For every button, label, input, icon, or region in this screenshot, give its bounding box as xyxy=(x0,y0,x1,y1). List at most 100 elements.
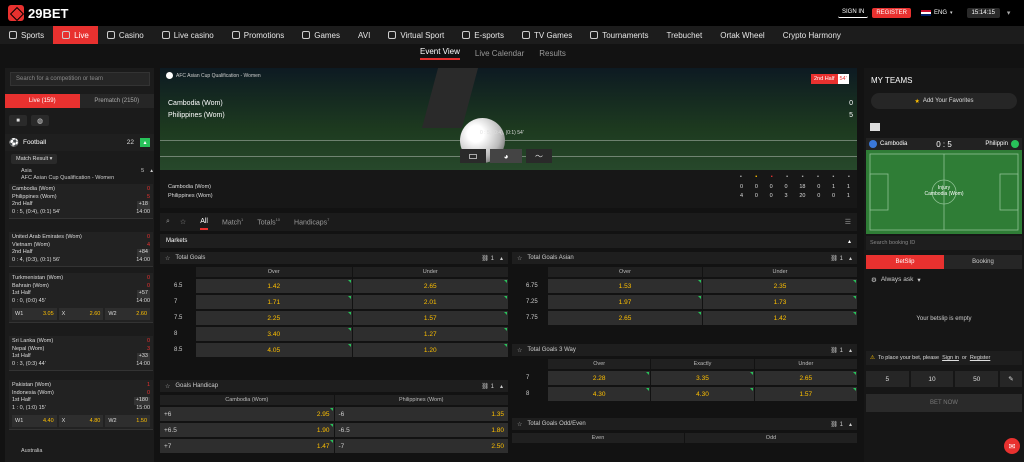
odd-button[interactable]: +6 2.95 xyxy=(160,407,334,421)
odd-button[interactable]: -7 2.50 xyxy=(334,439,508,453)
nav-crypto-harmony[interactable]: Crypto Harmony xyxy=(774,26,850,44)
league-header[interactable]: Asia 5 ▴ AFC Asian Cup Qualification - Wom… xyxy=(9,168,153,182)
odd-button[interactable]: 2.25 xyxy=(196,311,352,325)
tab-event-view[interactable]: Event View xyxy=(420,47,460,60)
chevron-down-icon[interactable]: ▾ xyxy=(1007,9,1011,17)
tab-all[interactable]: All xyxy=(200,215,208,230)
match-card[interactable]: Turkmenistan (Wom) 0 Bahrain (Wom) 0 1st H… xyxy=(9,273,153,323)
globe-filter-button[interactable]: ◍ xyxy=(31,115,49,126)
odd-button[interactable]: 2.01 xyxy=(352,295,508,309)
tv-icon[interactable] xyxy=(870,123,880,131)
odd-button[interactable]: 2.65 xyxy=(352,279,508,293)
more-markets-button[interactable]: +57 xyxy=(136,290,150,298)
competition-search-input[interactable]: Search for a competition or team xyxy=(10,72,150,86)
nav-trebuchet[interactable]: Trebuchet xyxy=(657,26,711,44)
collapse-icon[interactable]: ▴ xyxy=(500,383,503,390)
tab-results[interactable]: Results xyxy=(539,49,566,58)
nav-live[interactable]: Live xyxy=(53,26,98,44)
register-button[interactable]: REGISTER xyxy=(872,7,912,18)
more-markets-button[interactable]: +33 xyxy=(136,353,150,361)
odd-button[interactable]: 1.20 xyxy=(352,343,508,357)
star-icon[interactable]: ☆ xyxy=(180,218,186,226)
odd-button[interactable]: W1 4.40 xyxy=(12,415,57,427)
match-card[interactable]: United Arab Emirates (Wom) 0 Vietnam (Wom… xyxy=(9,232,153,267)
more-markets-button[interactable]: +18 xyxy=(136,201,150,209)
odd-button[interactable]: 1.53 xyxy=(548,279,702,293)
odd-button[interactable]: W1 3.05 xyxy=(12,308,57,320)
nav-games[interactable]: Games xyxy=(293,26,349,44)
tab-live-calendar[interactable]: Live Calendar xyxy=(475,49,524,58)
stake-10-button[interactable]: 10 xyxy=(910,371,954,387)
odd-button[interactable]: 3.40 xyxy=(196,327,352,341)
video-filter-button[interactable]: ■ xyxy=(9,115,27,126)
league-header-australia[interactable]: Australia xyxy=(9,448,153,454)
match-card[interactable]: Pakistan (Wom) 1 Indonesia (Wom) 0 1st Hal… xyxy=(9,380,153,430)
odds-change-select[interactable]: ⚙ Always ask ▾ xyxy=(871,276,921,284)
language-select[interactable]: ENG ▾ xyxy=(921,9,953,16)
edit-stakes-button[interactable]: ✎ xyxy=(1000,371,1023,387)
odd-button[interactable]: 4.05 xyxy=(196,343,352,357)
markets-header[interactable]: Markets ▴ xyxy=(160,234,857,248)
nav-ortak-wheel[interactable]: Ortak Wheel xyxy=(711,26,773,44)
collapse-icon[interactable]: ▴ xyxy=(849,421,852,428)
tab-match[interactable]: Match1 xyxy=(222,217,243,226)
tab-prematch[interactable]: Prematch (2150) xyxy=(79,94,154,108)
odd-button[interactable]: 1.97 xyxy=(548,295,702,309)
search-icon[interactable]: ⌕ xyxy=(166,218,170,226)
stake-50-button[interactable]: 50 xyxy=(955,371,999,387)
odd-button[interactable]: 1.27 xyxy=(352,327,508,341)
odd-button[interactable]: +7 1.47 xyxy=(160,439,334,453)
chart-view-button[interactable]: 〜 xyxy=(526,149,552,163)
odd-button[interactable]: 4.30 xyxy=(651,387,754,401)
booking-search-input[interactable]: Search booking ID xyxy=(866,236,1022,250)
nav-sports[interactable]: Sports xyxy=(0,26,53,44)
odd-button[interactable]: X 2.60 xyxy=(58,308,104,320)
odd-button[interactable]: 4.30 xyxy=(548,387,651,401)
collapse-icon[interactable]: ▴ xyxy=(849,347,852,354)
more-markets-button[interactable]: +180 xyxy=(133,397,150,405)
odd-button[interactable]: -6.5 1.80 xyxy=(334,423,508,437)
tab-booking[interactable]: Booking xyxy=(944,255,1022,269)
nav-tournaments[interactable]: Tournaments xyxy=(581,26,657,44)
stats-view-button[interactable] xyxy=(460,149,486,163)
nav-promotions[interactable]: Promotions xyxy=(223,26,293,44)
sport-row-football[interactable]: ⚽ Football 22 ▴ xyxy=(5,134,154,151)
star-icon[interactable]: ☆ xyxy=(517,347,522,354)
more-markets-button[interactable]: +84 xyxy=(136,249,150,257)
tab-betslip[interactable]: BetSlip xyxy=(866,255,944,269)
odd-button[interactable]: 2.28 xyxy=(548,371,651,385)
odd-button[interactable]: 2.65 xyxy=(754,371,857,385)
odd-button[interactable]: 1.57 xyxy=(754,387,857,401)
nav-virtual-sport[interactable]: Virtual Sport xyxy=(379,26,453,44)
odd-button[interactable]: 2.65 xyxy=(548,311,702,325)
field-view-button[interactable]: ◕ xyxy=(490,149,522,163)
collapse-icon[interactable]: ▴ xyxy=(500,255,503,262)
logo[interactable]: 29BET xyxy=(8,5,68,21)
signin-link[interactable]: Sign in xyxy=(942,355,959,361)
odd-button[interactable]: 2.35 xyxy=(703,279,857,293)
odd-button[interactable]: 1.42 xyxy=(703,311,857,325)
odd-button[interactable]: 1.73 xyxy=(703,295,857,309)
tab-totals[interactable]: Totals10 xyxy=(257,217,280,226)
odd-button[interactable]: 1.42 xyxy=(196,279,352,293)
odd-button[interactable]: 3.35 xyxy=(651,371,754,385)
match-card[interactable]: Cambodia (Wom) 0 Philippines (Wom) 5 2nd H… xyxy=(9,184,153,219)
odd-button[interactable]: 1.71 xyxy=(196,295,352,309)
odd-button[interactable]: +6.5 1.90 xyxy=(160,423,334,437)
nav-casino[interactable]: Casino xyxy=(98,26,153,44)
nav-live-casino[interactable]: Live casino xyxy=(153,26,223,44)
star-icon[interactable]: ☆ xyxy=(517,255,522,262)
tab-handicaps[interactable]: Handicaps7 xyxy=(294,217,329,226)
nav-e-sports[interactable]: E-sports xyxy=(453,26,513,44)
tab-live[interactable]: Live (159) xyxy=(5,94,80,108)
list-view-icon[interactable]: ☰ xyxy=(845,218,851,226)
collapse-icon[interactable]: ▴ xyxy=(140,138,150,147)
bet-now-button[interactable]: BET NOW xyxy=(866,394,1022,412)
collapse-icon[interactable]: ▴ xyxy=(849,255,852,262)
odd-button[interactable]: W2 2.60 xyxy=(105,308,151,320)
chat-icon[interactable]: ✉ xyxy=(1004,438,1020,454)
odd-button[interactable]: -6 1.35 xyxy=(334,407,508,421)
nav-avi[interactable]: AVI xyxy=(349,26,379,44)
signin-button[interactable]: SIGN IN xyxy=(838,7,869,18)
match-card[interactable]: Sri Lanka (Wom) 0 Nepal (Wom) 3 1st Half +3… xyxy=(9,336,153,371)
